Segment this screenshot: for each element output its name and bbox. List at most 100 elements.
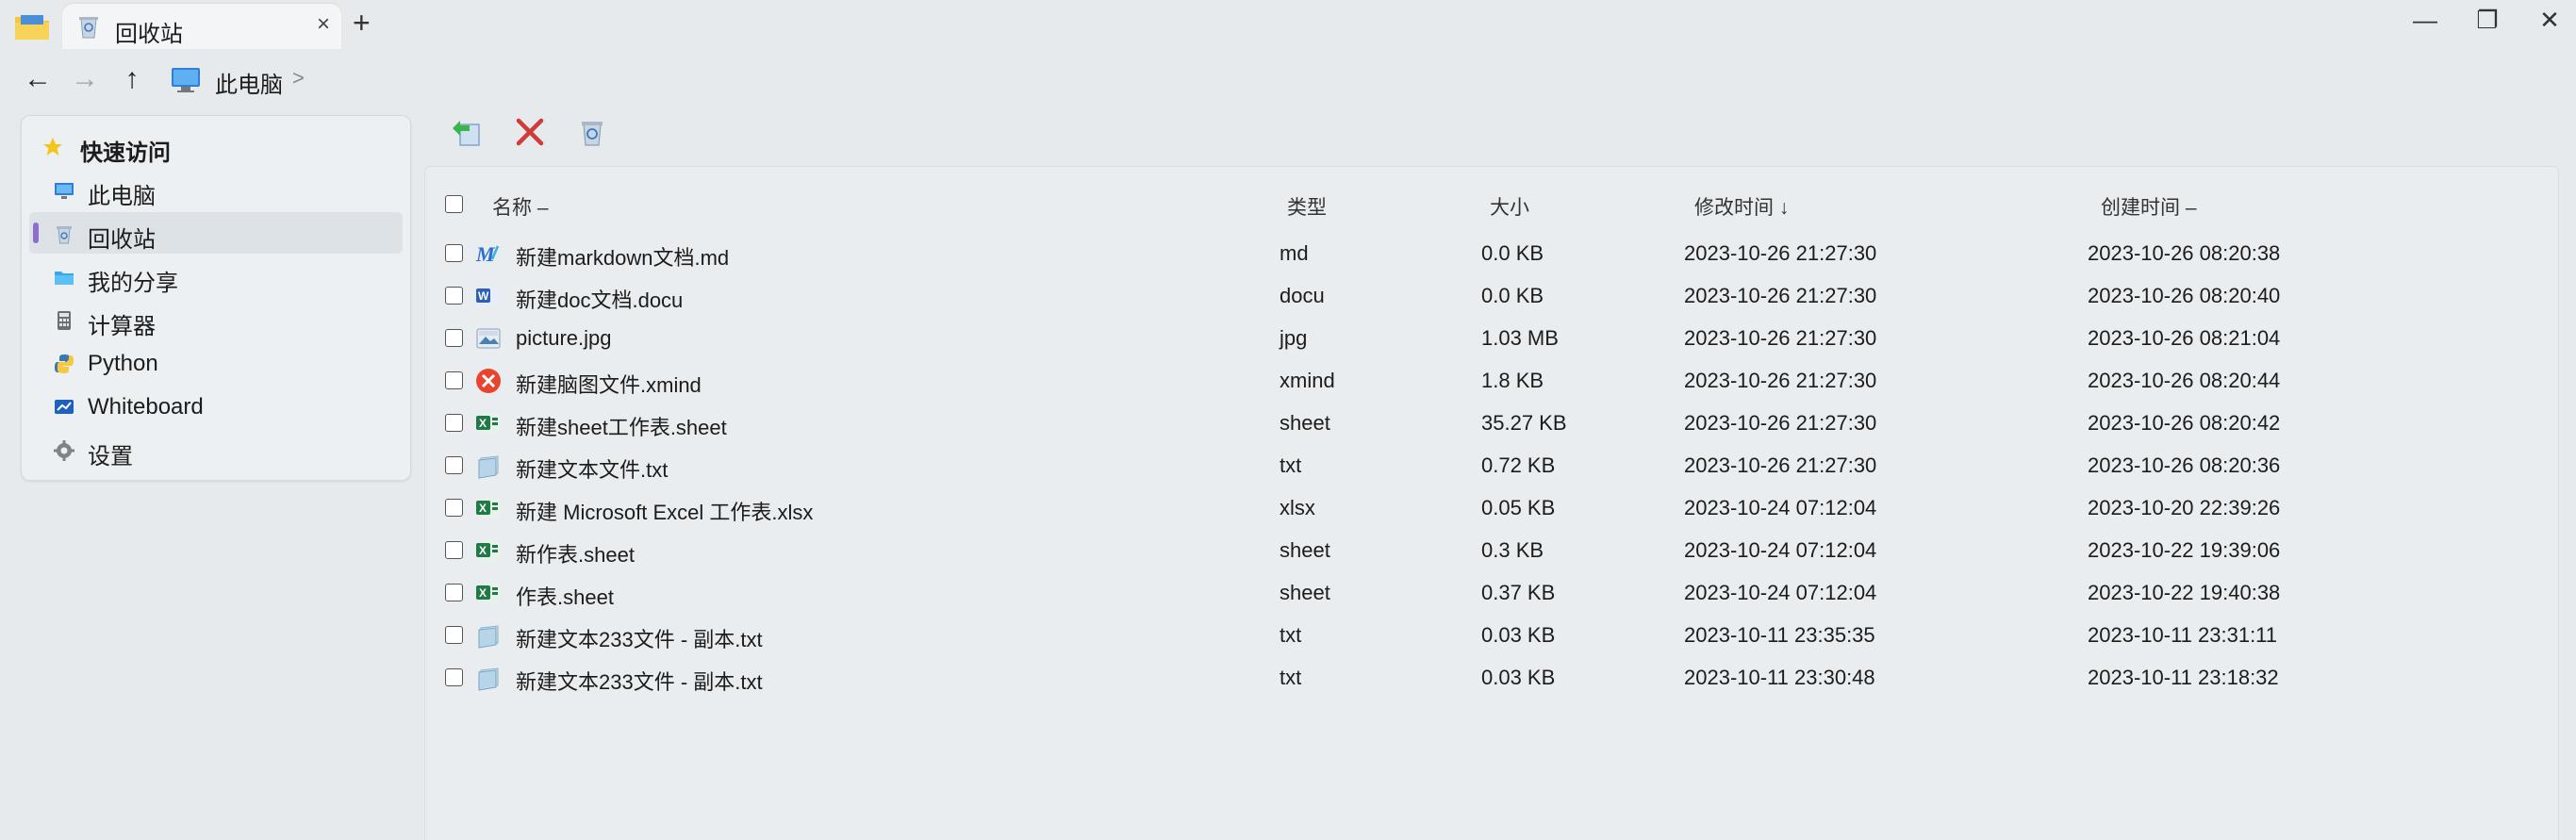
folder-icon[interactable]: [13, 11, 51, 43]
file-modified: 2023-10-11 23:35:35: [1684, 623, 1875, 647]
row-checkbox[interactable]: [445, 499, 463, 517]
file-name[interactable]: 作表.sheet: [516, 581, 614, 611]
title-bar: 回收站 × + — ❐ ✕: [0, 0, 2576, 53]
file-type: txt: [1280, 666, 1302, 689]
delete-icon[interactable]: [511, 113, 549, 151]
sidebar-item-python[interactable]: Python: [29, 342, 403, 384]
file-modified: 2023-10-26 21:27:30: [1684, 326, 1877, 350]
forward-button[interactable]: →: [66, 60, 104, 98]
sidebar-header-label: 快速访问: [80, 140, 171, 166]
row-checkbox[interactable]: [445, 371, 463, 389]
row-checkbox[interactable]: [445, 287, 463, 305]
sidebar-header-quick-access[interactable]: 快速访问: [29, 125, 403, 167]
text-file-icon: [478, 455, 499, 479]
table-row[interactable]: X 新建 Microsoft Excel 工作表.xlsx xlsx 0.05 KB 2…: [434, 486, 2546, 529]
text-file-icon: [478, 625, 499, 649]
row-checkbox[interactable]: [445, 626, 463, 644]
file-name[interactable]: 新建文本文件.txt: [516, 453, 668, 484]
xmind-icon: [476, 369, 501, 393]
file-name[interactable]: picture.jpg: [516, 326, 612, 351]
sidebar-item-calculator[interactable]: 计算器: [29, 299, 403, 340]
file-size: 0.3 KB: [1481, 538, 1544, 562]
row-checkbox[interactable]: [445, 668, 463, 686]
file-name[interactable]: 新建sheet工作表.sheet: [516, 411, 727, 441]
column-header-name[interactable]: 名称 –: [492, 192, 549, 221]
file-name[interactable]: 新作表.sheet: [516, 538, 635, 568]
column-header-modified[interactable]: 修改时间 ↓: [1694, 192, 1789, 221]
sidebar-item-this-pc[interactable]: 此电脑: [29, 169, 403, 210]
image-icon: [476, 328, 501, 349]
markdown-icon: M: [475, 242, 500, 266]
tab-close-button[interactable]: ×: [317, 11, 330, 38]
file-modified: 2023-10-24 07:12:04: [1684, 581, 1877, 604]
select-all-checkbox[interactable]: [445, 195, 463, 213]
file-size: 0.05 KB: [1481, 496, 1556, 519]
sidebar-item-my-share[interactable]: 我的分享: [29, 255, 403, 297]
row-checkbox[interactable]: [445, 244, 463, 262]
file-created: 2023-10-11 23:31:11: [2088, 623, 2278, 647]
sidebar-item-whiteboard[interactable]: Whiteboard: [29, 386, 403, 427]
row-checkbox[interactable]: [445, 541, 463, 559]
table-row[interactable]: 新建文本文件.txt txt 0.72 KB 2023-10-26 21:27:30 2…: [434, 444, 2546, 486]
table-row[interactable]: M 新建markdown文档.md md 0.0 KB 2023-10-26 21:27…: [434, 232, 2546, 274]
row-checkbox[interactable]: [445, 414, 463, 432]
minimize-button[interactable]: —: [2395, 0, 2455, 43]
file-name[interactable]: 新建 Microsoft Excel 工作表.xlsx: [516, 496, 813, 526]
file-type: sheet: [1280, 581, 1330, 604]
table-row[interactable]: X 新作表.sheet sheet 0.3 KB 2023-10-24 07:12:04…: [434, 529, 2546, 571]
restore-icon[interactable]: [447, 113, 485, 151]
breadcrumb-this-pc[interactable]: 此电脑: [215, 66, 283, 99]
file-modified: 2023-10-26 21:27:30: [1684, 369, 1877, 392]
up-button[interactable]: ↑: [113, 60, 151, 98]
breadcrumb-separator[interactable]: >: [292, 66, 305, 91]
column-header-type[interactable]: 类型: [1287, 192, 1327, 221]
table-row[interactable]: 新建脑图文件.xmind xmind 1.8 KB 2023-10-26 21:27:…: [434, 359, 2546, 402]
file-name[interactable]: 新建脑图文件.xmind: [516, 369, 702, 399]
table-row[interactable]: W 新建doc文档.docu docu 0.0 KB 2023-10-26 21:27:…: [434, 274, 2546, 317]
file-created: 2023-10-26 08:20:40: [2088, 284, 2281, 307]
row-checkbox[interactable]: [445, 329, 463, 347]
file-created: 2023-10-26 08:20:42: [2088, 411, 2281, 435]
sidebar-item-label: 设置: [88, 444, 133, 469]
new-tab-button[interactable]: +: [353, 6, 371, 41]
column-header-created[interactable]: 创建时间 –: [2101, 192, 2197, 221]
row-checkbox[interactable]: [445, 456, 463, 474]
file-modified: 2023-10-11 23:30:48: [1684, 666, 1875, 689]
file-created: 2023-10-26 08:21:04: [2088, 326, 2281, 350]
table-row[interactable]: 新建文本233文件 - 副本.txt txt 0.03 KB 2023-10-11 2…: [434, 656, 2546, 699]
table-row[interactable]: X 作表.sheet sheet 0.37 KB 2023-10-24 07:12:04…: [434, 571, 2546, 614]
sidebar-item-label: 我的分享: [88, 271, 178, 296]
table-row[interactable]: X 新建sheet工作表.sheet sheet 35.27 KB 2023-10-26…: [434, 402, 2546, 444]
svg-text:X: X: [479, 586, 487, 600]
python-icon: [55, 354, 74, 373]
file-modified: 2023-10-26 21:27:30: [1684, 284, 1877, 307]
calculator-icon: [58, 311, 71, 330]
file-name[interactable]: 新建文本233文件 - 副本.txt: [516, 666, 763, 696]
sidebar-item-recycle-bin[interactable]: 回收站: [29, 212, 403, 254]
empty-bin-icon[interactable]: [573, 113, 611, 151]
file-name[interactable]: 新建markdown文档.md: [516, 241, 729, 272]
close-window-button[interactable]: ✕: [2519, 0, 2576, 43]
file-size: 0.0 KB: [1481, 284, 1544, 307]
restore-button[interactable]: ❐: [2457, 0, 2518, 43]
table-row[interactable]: 新建文本233文件 - 副本.txt txt 0.03 KB 2023-10-11 2…: [434, 614, 2546, 656]
excel-icon: X: [476, 583, 500, 603]
file-type: xmind: [1280, 369, 1335, 392]
file-size: 1.8 KB: [1481, 369, 1544, 392]
column-header-size[interactable]: 大小: [1490, 192, 1529, 221]
recycle-bin-icon: [57, 226, 72, 244]
file-modified: 2023-10-24 07:12:04: [1684, 538, 1877, 562]
back-button[interactable]: ←: [19, 60, 57, 98]
tab-recycle-bin[interactable]: 回收站 ×: [62, 4, 341, 49]
sidebar-item-label: 回收站: [88, 227, 156, 253]
table-row[interactable]: picture.jpg jpg 1.03 MB 2023-10-26 21:27:30…: [434, 317, 2546, 359]
file-name[interactable]: 新建文本233文件 - 副本.txt: [516, 623, 763, 653]
gear-icon: [54, 440, 74, 461]
sidebar-item-settings[interactable]: 设置: [29, 429, 403, 470]
row-checkbox[interactable]: [445, 584, 463, 601]
file-type: sheet: [1280, 538, 1330, 562]
file-name[interactable]: 新建doc文档.docu: [516, 284, 683, 314]
file-type: md: [1280, 241, 1309, 265]
file-modified: 2023-10-26 21:27:30: [1684, 241, 1877, 265]
excel-icon: X: [476, 498, 500, 519]
